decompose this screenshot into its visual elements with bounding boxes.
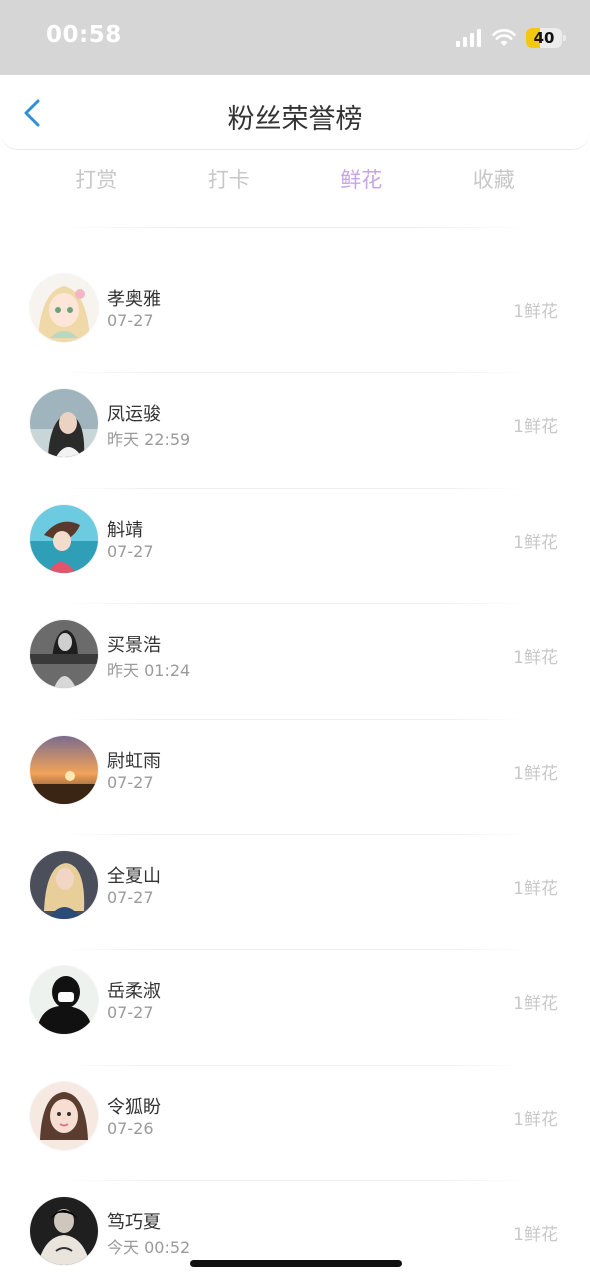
- fan-list-item[interactable]: 买景浩 昨天 01:24 1鲜花: [0, 604, 590, 720]
- battery-icon: 40: [526, 28, 566, 48]
- user-name: 买景浩: [107, 635, 161, 657]
- avatar: [30, 274, 98, 342]
- fan-list-item[interactable]: 全夏山 07-27 1鲜花: [0, 835, 590, 951]
- avatar: [30, 1197, 98, 1266]
- user-time: 07-26: [107, 1118, 154, 1138]
- user-name: 尉虹雨: [107, 750, 161, 772]
- user-name: 孝奥雅: [107, 289, 161, 310]
- status-time: 00:58: [46, 22, 122, 48]
- user-time: 昨天 22:59: [107, 430, 191, 450]
- tab-tip[interactable]: 打赏: [30, 160, 163, 200]
- fan-list-item[interactable]: 尉虹雨 07-27 1鲜花: [0, 720, 590, 835]
- nav-bar: 粉丝荣誉榜: [0, 75, 590, 150]
- avatar: [30, 389, 98, 458]
- user-time: 07-27: [107, 887, 154, 907]
- user-name: 全夏山: [107, 865, 161, 887]
- avatar: [30, 735, 98, 804]
- user-name: 笃巧夏: [107, 1212, 161, 1234]
- status-icons: 40: [456, 24, 566, 52]
- page-title: 粉丝荣誉榜: [227, 104, 363, 135]
- user-time: 07-27: [107, 541, 154, 561]
- flower-count: 1鲜花: [513, 1225, 558, 1246]
- flower-count: 1鲜花: [513, 532, 558, 553]
- user-time: 07-27: [107, 772, 154, 792]
- tab-favorites[interactable]: 收藏: [428, 160, 561, 200]
- fan-list: 孝奥雅 07-27 1鲜花 凤运骏 昨天 22:59 1鲜花 斛靖 07-27 …: [0, 258, 590, 1280]
- fan-list-item[interactable]: 斛靖 07-27 1鲜花: [0, 489, 590, 605]
- avatar: [30, 620, 98, 689]
- status-bar: 00:58 40: [0, 0, 590, 75]
- avatar: [30, 850, 98, 919]
- tab-flowers[interactable]: 鲜花: [295, 160, 428, 200]
- tab-bar: 打赏 打卡 鲜花 收藏: [30, 160, 560, 200]
- fan-list-item[interactable]: 孝奥雅 07-27 1鲜花: [0, 258, 590, 374]
- cellular-signal-icon: [456, 29, 482, 47]
- tab-checkin[interactable]: 打卡: [163, 160, 296, 200]
- user-time: 07-27: [107, 311, 154, 330]
- battery-level: 40: [533, 29, 555, 47]
- flower-count: 1鲜花: [513, 763, 558, 784]
- divider: [60, 227, 530, 228]
- user-name: 凤运骏: [107, 404, 161, 426]
- avatar: [30, 1081, 98, 1150]
- wifi-icon: [492, 29, 516, 46]
- fan-list-item[interactable]: 岳柔淑 07-27 1鲜花: [0, 950, 590, 1066]
- user-time: 今天 00:52: [107, 1238, 191, 1258]
- home-indicator[interactable]: [190, 1260, 402, 1267]
- flower-count: 1鲜花: [513, 1109, 558, 1130]
- user-time: 07-27: [107, 1003, 154, 1023]
- flower-count: 1鲜花: [513, 878, 558, 899]
- flower-count: 1鲜花: [513, 648, 558, 669]
- user-name: 岳柔淑: [107, 981, 161, 1003]
- flower-count: 1鲜花: [513, 302, 558, 322]
- fan-list-item[interactable]: 凤运骏 昨天 22:59 1鲜花: [0, 373, 590, 489]
- flower-count: 1鲜花: [513, 994, 558, 1015]
- avatar: [30, 966, 98, 1035]
- flower-count: 1鲜花: [513, 417, 558, 438]
- user-time: 昨天 01:24: [107, 661, 191, 681]
- user-name: 斛靖: [107, 519, 143, 541]
- fan-list-item[interactable]: 令狐盼 07-26 1鲜花: [0, 1066, 590, 1182]
- avatar: [30, 504, 98, 573]
- user-name: 令狐盼: [107, 1096, 161, 1118]
